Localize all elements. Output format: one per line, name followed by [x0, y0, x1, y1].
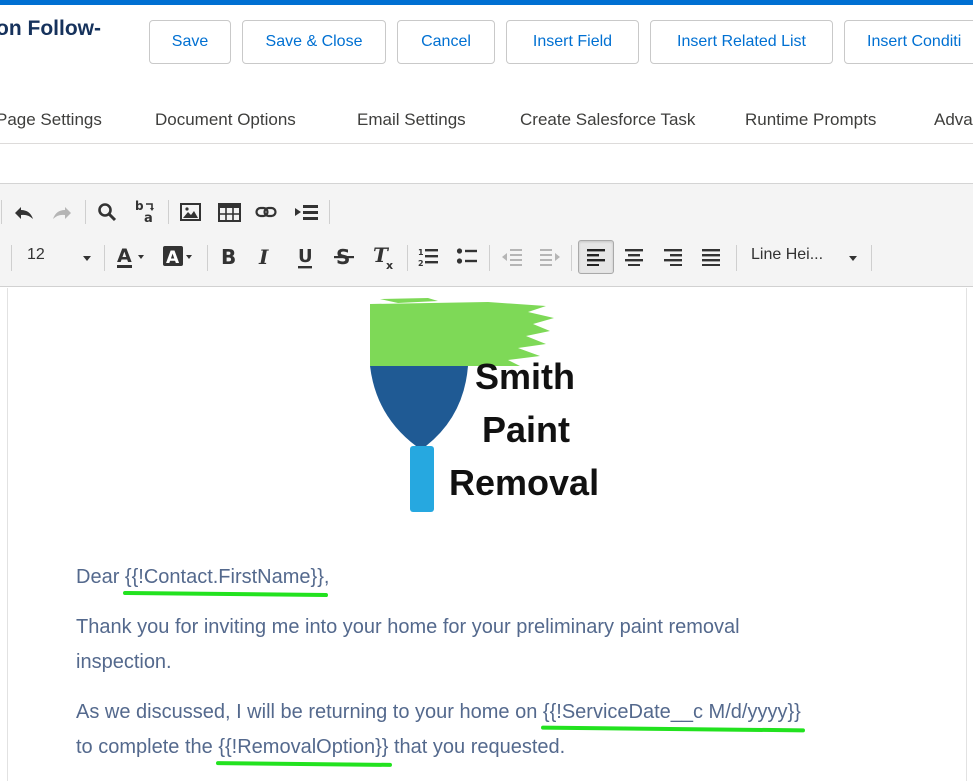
- toolbar-separator: [571, 245, 572, 271]
- strikethrough-icon[interactable]: S: [333, 244, 355, 270]
- toolbar-separator: [207, 245, 208, 271]
- merge-field-first-name[interactable]: {{!Contact.FirstName}}: [122, 566, 328, 598]
- justify-icon[interactable]: [700, 246, 722, 268]
- redo-icon[interactable]: [51, 202, 73, 224]
- highlight-underline: [216, 761, 393, 767]
- company-logo: Smith Paint Removal: [368, 296, 618, 516]
- italic-icon[interactable]: I: [255, 244, 277, 270]
- toolbar-separator: [489, 245, 490, 271]
- paragraph-1: Thank you for inviting me into your home…: [76, 616, 740, 673]
- insert-field-button[interactable]: Insert Field: [506, 20, 639, 64]
- remove-format-icon[interactable]: Tx: [371, 242, 397, 272]
- svg-text:x: x: [386, 259, 393, 272]
- page-break-icon[interactable]: [293, 202, 319, 222]
- align-right-icon[interactable]: [662, 246, 684, 268]
- tab-email-settings[interactable]: Email Settings: [357, 110, 466, 130]
- chevron-down-icon: [83, 256, 91, 261]
- merge-field-service-date[interactable]: {{!ServiceDate__c M/d/yyyy}}: [540, 701, 805, 733]
- bulleted-list-icon[interactable]: [456, 246, 478, 268]
- highlight-underline: [122, 590, 328, 598]
- font-size-select[interactable]: 12: [27, 246, 99, 270]
- insert-related-list-button[interactable]: Insert Related List: [650, 20, 833, 64]
- document-body[interactable]: Smith Paint Removal Dear {{!Contact.Firs…: [7, 288, 967, 781]
- insert-conditional-button[interactable]: Insert Conditi: [844, 20, 973, 64]
- merge-field-removal-option[interactable]: {{!RemovalOption}}: [216, 736, 393, 767]
- align-center-icon[interactable]: [623, 246, 645, 268]
- numbered-list-icon[interactable]: 12: [417, 246, 439, 268]
- background-color-icon[interactable]: A: [161, 242, 197, 272]
- svg-text:b: b: [135, 199, 144, 213]
- editor-toolbar: ba 12 A A B I U S T x 1 2 Line Hei...: [0, 184, 973, 287]
- greeting-line: Dear {{!Contact.FirstName}},: [76, 560, 916, 598]
- image-icon[interactable]: [179, 202, 201, 222]
- settings-tabs: Page Settings Document Options Email Set…: [0, 96, 973, 144]
- svg-text:a: a: [144, 211, 153, 225]
- toolbar-separator: [11, 245, 12, 271]
- tab-document-options[interactable]: Document Options: [155, 110, 296, 130]
- para2-middle: to complete the: [76, 736, 219, 758]
- undo-icon[interactable]: [13, 202, 35, 224]
- save-close-button[interactable]: Save & Close: [242, 20, 386, 64]
- find-replace-icon[interactable]: ba: [133, 199, 157, 225]
- greeting-suffix: ,: [323, 566, 330, 588]
- tab-create-salesforce-task[interactable]: Create Salesforce Task: [520, 110, 695, 130]
- underline-icon[interactable]: U: [295, 244, 317, 270]
- para2-suffix: that you requested.: [388, 736, 566, 758]
- table-icon[interactable]: [217, 202, 241, 222]
- svg-text:I: I: [258, 245, 269, 269]
- toolbar-separator: [407, 245, 408, 271]
- outdent-icon[interactable]: [501, 246, 523, 268]
- svg-text:U: U: [298, 246, 313, 267]
- svg-text:A: A: [166, 248, 180, 268]
- cancel-button[interactable]: Cancel: [397, 20, 495, 64]
- chevron-down-icon: [849, 256, 857, 261]
- toolbar-separator: [871, 245, 872, 271]
- line-height-label: Line Hei...: [751, 246, 824, 263]
- bold-icon[interactable]: B: [218, 244, 240, 270]
- toolbar-separator: [1, 200, 2, 224]
- para2-prefix: As we discussed, I will be returning to …: [76, 701, 543, 723]
- toolbar-separator: [85, 200, 86, 224]
- action-button-row: Save Save & Close Cancel Insert Field In…: [0, 20, 973, 64]
- rich-text-editor: ba 12 A A B I U S T x 1 2 Line Hei... Sm…: [0, 183, 973, 781]
- toolbar-separator: [168, 200, 169, 224]
- find-icon[interactable]: [96, 201, 118, 223]
- toolbar-separator: [736, 245, 737, 271]
- logo-text-removal: Removal: [449, 462, 600, 503]
- font-color-icon[interactable]: A: [115, 242, 149, 272]
- greeting-prefix: Dear: [76, 566, 125, 588]
- highlight-underline: [540, 725, 805, 733]
- top-accent-bar: [0, 0, 973, 5]
- svg-text:1: 1: [418, 248, 424, 257]
- svg-text:2: 2: [418, 259, 424, 268]
- save-button[interactable]: Save: [149, 20, 231, 64]
- align-left-icon[interactable]: [585, 246, 607, 268]
- tab-advanced[interactable]: Adva: [934, 110, 973, 130]
- svg-text:B: B: [221, 245, 236, 269]
- merge-field-text: {{!ServiceDate__c M/d/yyyy}}: [542, 701, 801, 723]
- indent-icon[interactable]: [539, 246, 561, 268]
- tab-page-settings[interactable]: Page Settings: [0, 110, 102, 130]
- font-size-value: 12: [27, 246, 45, 263]
- link-icon[interactable]: [255, 203, 277, 221]
- toolbar-separator: [104, 245, 105, 271]
- line-height-select[interactable]: Line Hei...: [751, 246, 863, 270]
- merge-field-text: {{!RemovalOption}}: [218, 736, 389, 758]
- merge-field-text: {{!Contact.FirstName}}: [124, 566, 324, 588]
- paragraph-2: As we discussed, I will be returning to …: [76, 695, 916, 767]
- svg-text:A: A: [117, 245, 132, 267]
- tab-runtime-prompts[interactable]: Runtime Prompts: [745, 110, 876, 130]
- logo-text-paint: Paint: [482, 409, 571, 450]
- logo-text-smith: Smith: [475, 356, 576, 397]
- toolbar-separator: [329, 200, 330, 224]
